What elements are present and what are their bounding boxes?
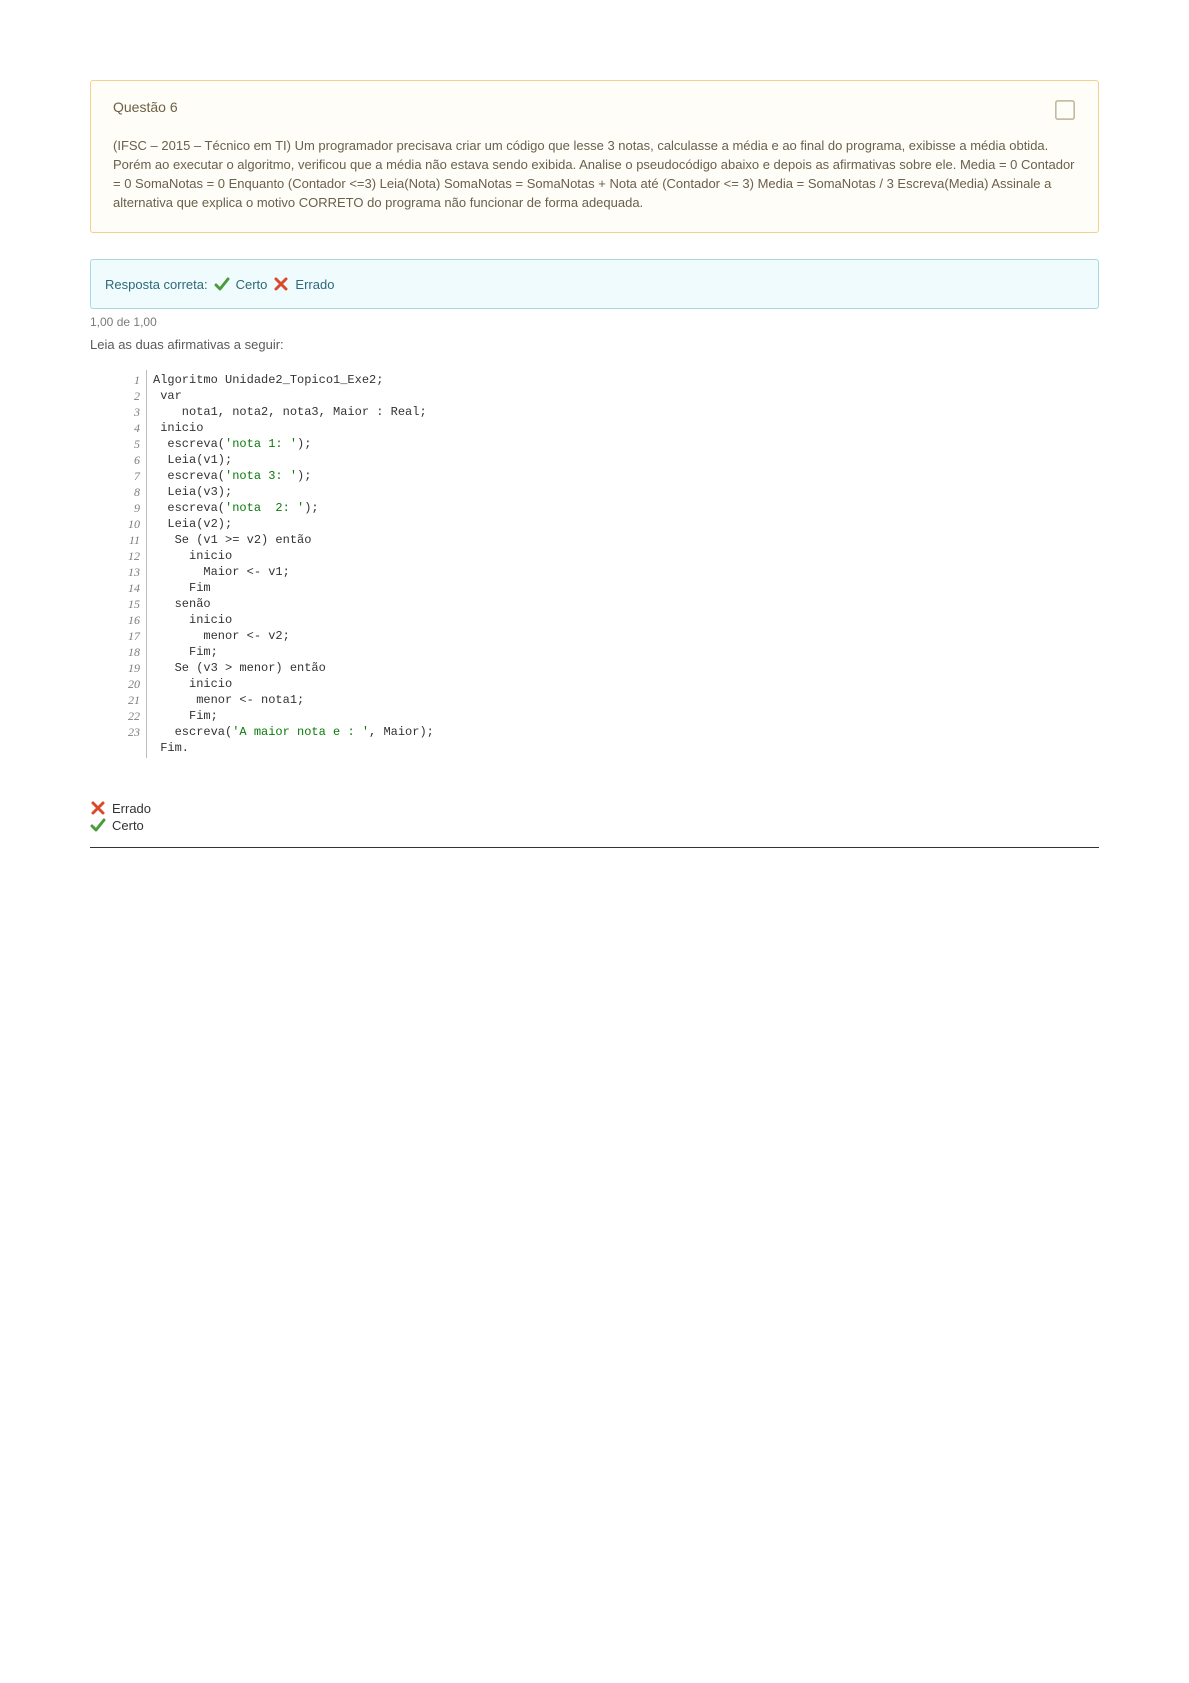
flag-icon[interactable] [1054,99,1076,121]
question-box: Questão 6 (IFSC – 2015 – Técnico em TI) … [90,80,1099,233]
answer-option-right-label: Certo [112,818,144,833]
cross-icon [273,276,289,292]
prompt-text: Leia as duas afirmativas a seguir: [90,337,1099,352]
question-body: (IFSC – 2015 – Técnico em TI) Um program… [113,137,1076,212]
mark-line: 1,00 de 1,00 [90,315,1099,329]
mark-of: de [117,315,130,329]
answer-option-right[interactable]: Certo [90,817,1099,833]
check-icon [90,817,106,833]
mark-scored: 1,00 [90,315,113,329]
bottom-divider [90,847,1099,848]
answer-option-wrong-label: Errado [112,801,151,816]
question-header: Questão 6 [113,99,1076,121]
status-correct-label: Certo [236,277,268,292]
status-correct-segment: Certo [214,276,268,292]
answer-option-wrong[interactable]: Errado [90,800,1099,816]
answer-options: Errado Certo [90,800,1099,848]
status-wrong-label: Errado [295,277,334,292]
code-content: Algoritmo Unidade2_Topico1_Exe2; var not… [147,370,434,758]
cross-icon [90,800,106,816]
status-wrong-segment: Errado [273,276,334,292]
question-title: Questão 6 [113,99,178,115]
status-panel: Resposta correta: Certo Errado [90,259,1099,309]
code-block: 1234567891011121314151617181920212223 Al… [118,370,1099,758]
code-gutter: 1234567891011121314151617181920212223 [118,370,147,758]
check-icon [214,276,230,292]
mark-total: 1,00 [133,315,156,329]
status-prefix: Resposta correta: [105,277,208,292]
